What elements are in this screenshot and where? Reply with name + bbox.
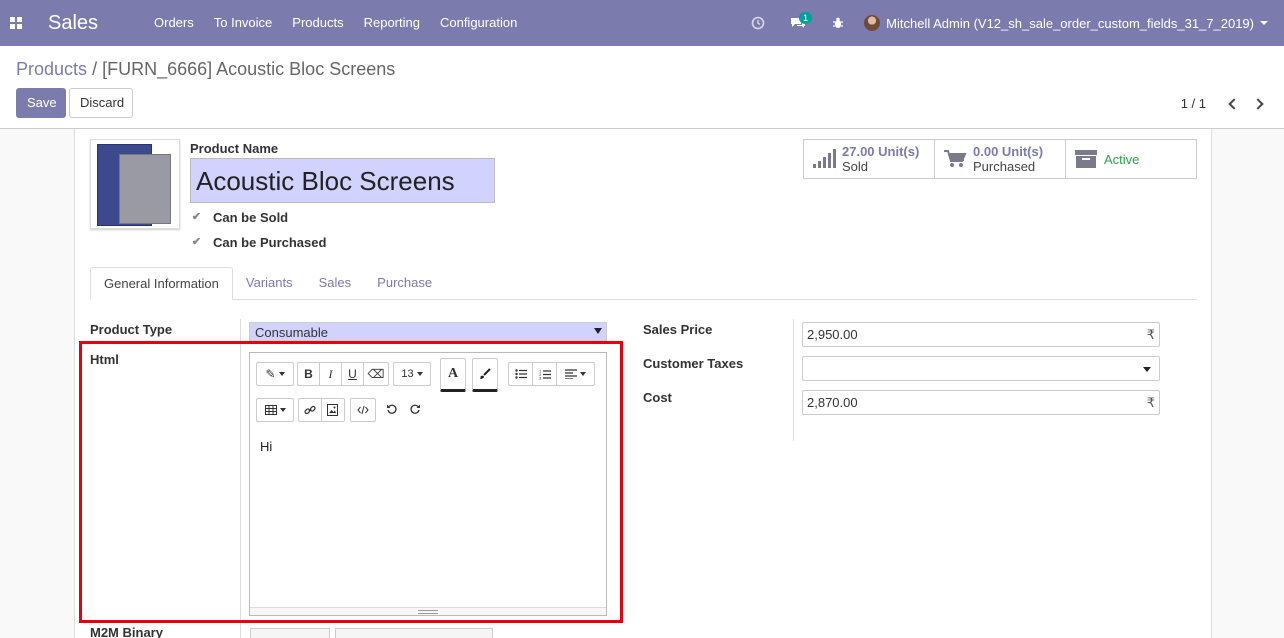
m2m-tag[interactable]: [335, 628, 493, 638]
discard-button[interactable]: Discard: [69, 88, 133, 118]
purchased-label: Purchased: [973, 159, 1036, 174]
messages-badge: 1: [799, 12, 813, 24]
can-be-purchased-checkbox[interactable]: ✔: [190, 236, 203, 249]
customer-taxes-input[interactable]: [802, 356, 1160, 381]
product-name-label: Product Name: [190, 141, 279, 156]
messages-icon[interactable]: 1: [778, 0, 818, 46]
product-type-value: Consumable: [255, 325, 328, 340]
pager-value[interactable]: 1 / 1: [1181, 96, 1206, 111]
rupee-icon: ₹: [1146, 327, 1155, 342]
pager-previous-icon[interactable]: [1228, 97, 1240, 110]
user-name: Mitchell Admin (V12_sh_sale_order_custom…: [886, 15, 1254, 31]
can-be-purchased-label: Can be Purchased: [213, 235, 327, 250]
m2m-binary-label: M2M Binary: [90, 625, 163, 638]
product-type-label: Product Type: [90, 322, 173, 337]
top-navbar: Sales Orders To Invoice Products Reporti…: [0, 0, 1284, 46]
sales-price-input[interactable]: 2,950.00 ₹: [802, 322, 1160, 347]
bar-chart-icon: [813, 149, 836, 168]
tab-general-information[interactable]: General Information: [90, 267, 233, 300]
can-be-sold-row: ✔ Can be Sold: [190, 210, 288, 225]
cost-label: Cost: [643, 390, 672, 405]
pager-next-icon[interactable]: [1252, 97, 1264, 110]
purchased-button[interactable]: 0.00 Unit(s) Purchased: [934, 139, 1066, 179]
customer-taxes-label: Customer Taxes: [643, 356, 744, 371]
menu-orders[interactable]: Orders: [144, 0, 204, 46]
form-sheet: Product Name Acoustic Bloc Screens ✔ Can…: [74, 129, 1212, 638]
product-name-input[interactable]: Acoustic Bloc Screens: [190, 158, 495, 203]
menu-to-invoice[interactable]: To Invoice: [204, 0, 283, 46]
sold-label: Sold: [842, 159, 869, 174]
chevron-down-icon: [1260, 21, 1268, 25]
shopping-cart-icon: [944, 150, 967, 167]
can-be-sold-checkbox[interactable]: ✔: [190, 211, 203, 224]
apps-menu-icon[interactable]: [0, 0, 32, 46]
control-panel: Products / [FURN_6666] Acoustic Bloc Scr…: [0, 46, 1284, 129]
debug-bug-icon[interactable]: [818, 0, 858, 46]
tab-variants[interactable]: Variants: [233, 267, 306, 300]
can-be-purchased-row: ✔ Can be Purchased: [190, 235, 327, 250]
breadcrumb-separator: /: [92, 59, 98, 79]
cost-input[interactable]: 2,870.00 ₹: [802, 390, 1160, 415]
activity-clock-icon[interactable]: [738, 0, 778, 46]
sold-value: 27.00 Unit(s): [842, 144, 920, 159]
active-toggle-button[interactable]: Active: [1065, 139, 1197, 179]
right-group-divider: [793, 319, 794, 441]
app-name[interactable]: Sales: [48, 12, 144, 35]
breadcrumb: Products / [FURN_6666] Acoustic Bloc Scr…: [16, 59, 395, 80]
main-menu: Orders To Invoice Products Reporting Con…: [144, 0, 527, 46]
menu-configuration[interactable]: Configuration: [430, 0, 527, 46]
rupee-icon: ₹: [1146, 395, 1155, 410]
can-be-sold-label: Can be Sold: [213, 210, 289, 225]
sales-price-label: Sales Price: [643, 322, 713, 337]
highlight-box: [79, 341, 623, 623]
pager: 1 / 1: [1181, 96, 1270, 111]
navbar-right: 1 Mitchell Admin (V12_sh_sale_order_cust…: [738, 0, 1284, 46]
sales-price-value: 2,950.00: [807, 327, 858, 342]
menu-reporting[interactable]: Reporting: [354, 0, 430, 46]
notebook-tabs: General Information Variants Sales Purch…: [90, 267, 1197, 300]
archive-icon: [1075, 150, 1097, 168]
m2m-tag[interactable]: [250, 628, 330, 638]
active-status-label: Active: [1104, 151, 1140, 167]
product-type-select[interactable]: Consumable: [249, 322, 607, 341]
avatar: [864, 15, 881, 31]
tab-purchase[interactable]: Purchase: [364, 267, 445, 300]
breadcrumb-current: [FURN_6666] Acoustic Bloc Screens: [102, 59, 396, 79]
purchased-value: 0.00 Unit(s): [973, 144, 1044, 159]
caret-down-icon: [1143, 367, 1151, 372]
save-button[interactable]: Save: [16, 88, 66, 118]
cost-value: 2,870.00: [807, 395, 858, 410]
caret-down-icon: [594, 328, 602, 334]
breadcrumb-products-link[interactable]: Products: [16, 59, 87, 79]
user-menu[interactable]: Mitchell Admin (V12_sh_sale_order_custom…: [858, 15, 1284, 31]
menu-products[interactable]: Products: [282, 0, 353, 46]
tab-sales[interactable]: Sales: [306, 267, 365, 300]
product-image[interactable]: [90, 139, 180, 229]
sold-button[interactable]: 27.00 Unit(s) Sold: [803, 139, 935, 179]
